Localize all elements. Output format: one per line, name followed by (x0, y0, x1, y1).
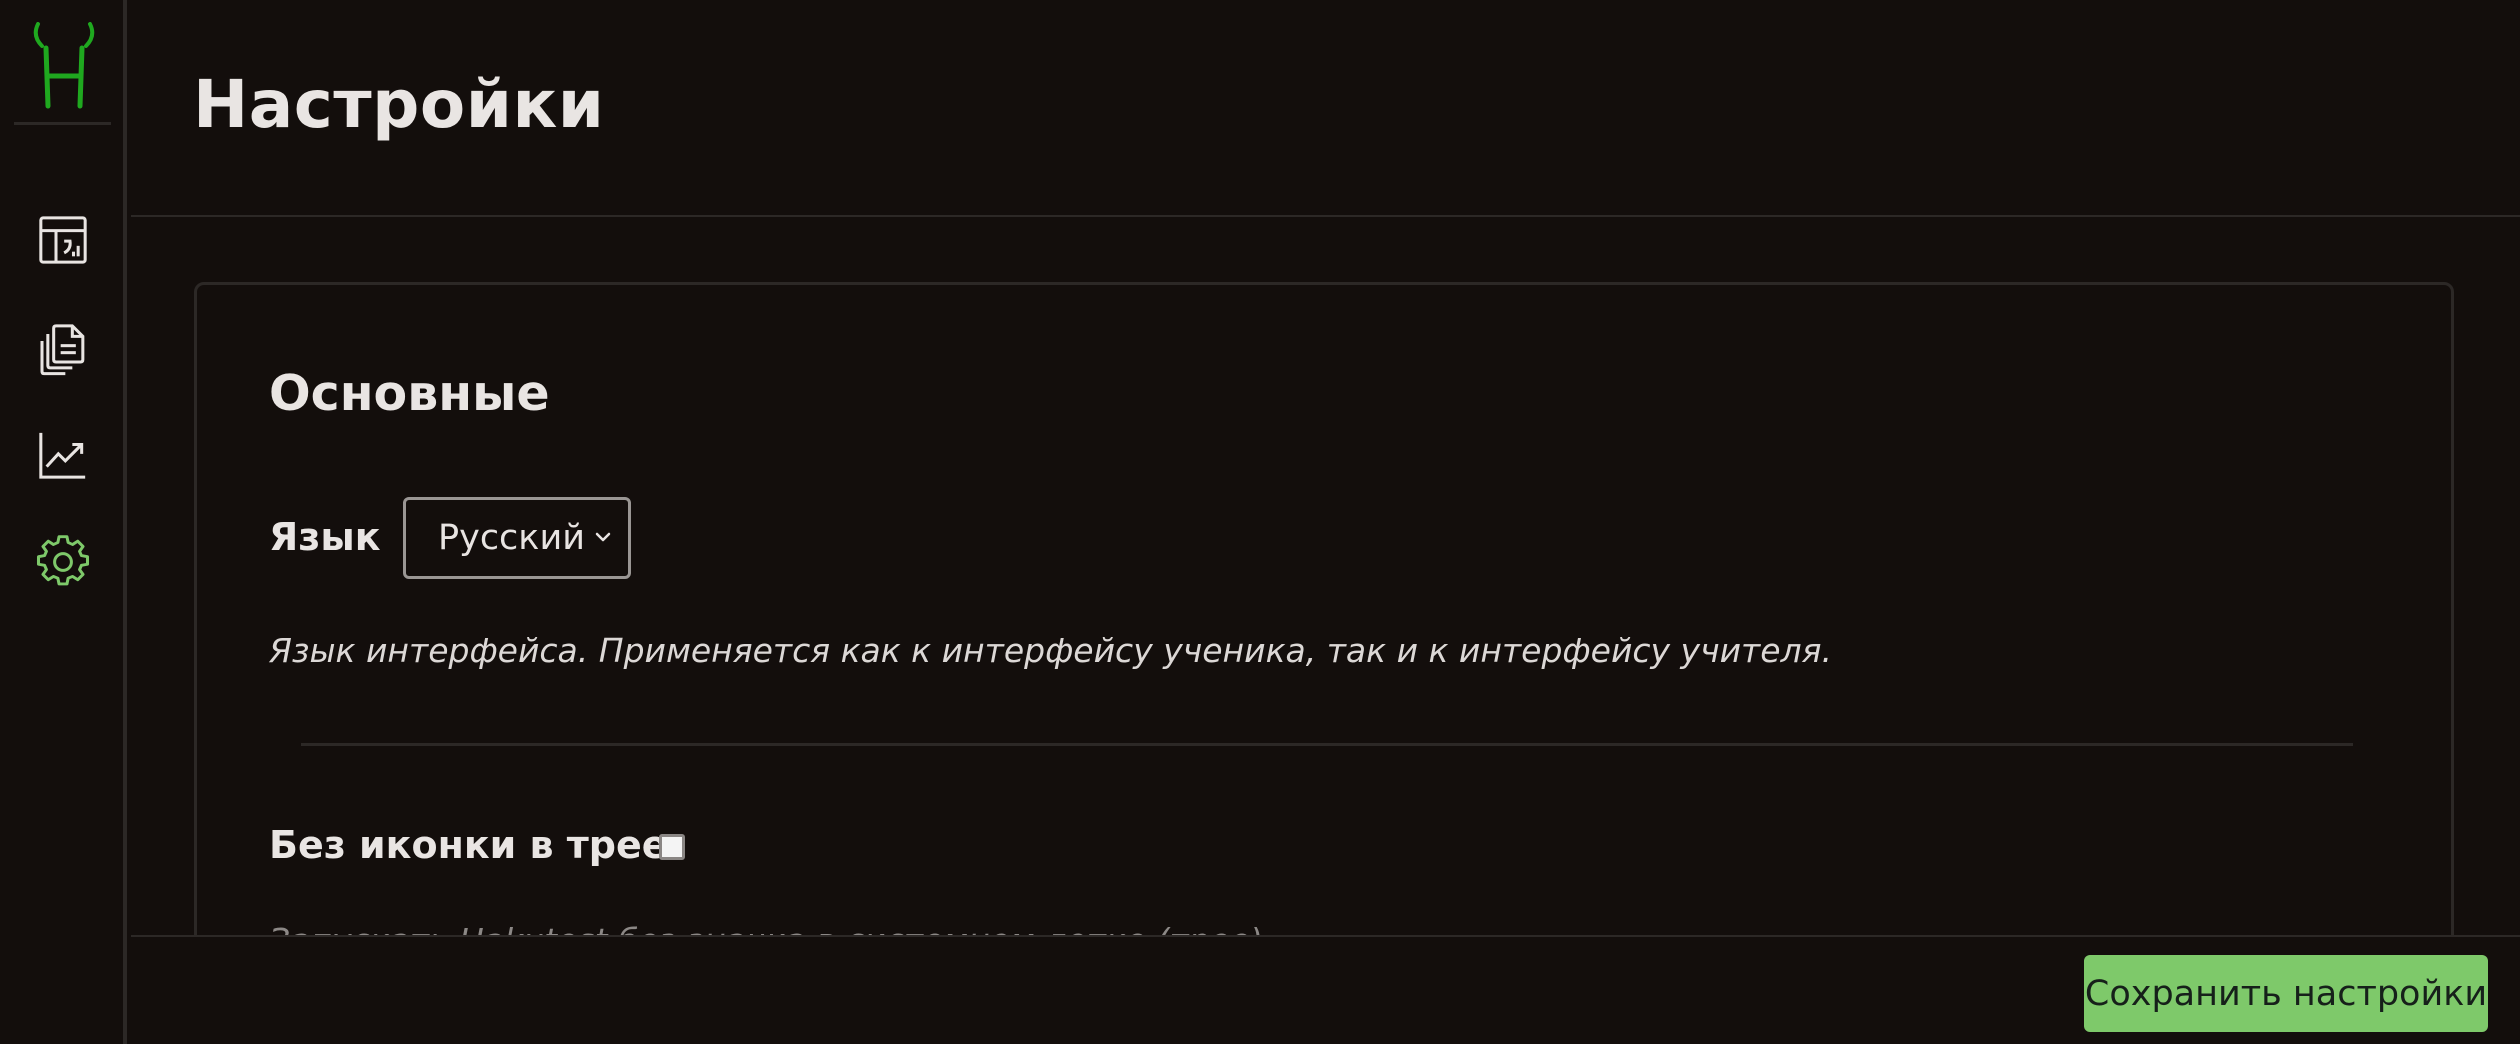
tray-checkbox[interactable] (659, 834, 685, 860)
dashboard-icon (39, 216, 87, 264)
language-select[interactable]: Русский (403, 497, 631, 579)
sidebar-item-statistics[interactable] (28, 420, 98, 490)
sidebar-item-dashboard[interactable] (28, 205, 98, 275)
tray-label: Без иконки в трее (269, 823, 668, 867)
language-description: Язык интерфейса. Применяется как к интер… (269, 631, 1832, 670)
documents-icon (40, 324, 85, 376)
language-select-value: Русский (438, 518, 585, 558)
language-label: Язык (269, 515, 381, 559)
gear-icon (36, 535, 90, 586)
save-settings-button[interactable]: Сохранить настройки (2084, 955, 2488, 1032)
hakutest-logo[interactable] (30, 22, 98, 110)
sidebar-divider (14, 122, 111, 125)
page-title: Настройки (193, 66, 605, 143)
sidebar-item-settings[interactable] (28, 527, 98, 597)
app-root: Настройки Основные Язык Русский Язык инт… (0, 0, 2520, 1044)
footer-bar: Сохранить настройки (131, 935, 2520, 1044)
section-title: Основные (269, 365, 550, 422)
chart-line-icon (39, 432, 86, 479)
page-header: Настройки (131, 0, 2520, 217)
chevron-down-icon (595, 532, 611, 542)
sidebar (0, 0, 127, 1044)
section-divider (301, 743, 2353, 746)
sidebar-item-documents[interactable] (28, 313, 98, 383)
settings-card: Основные Язык Русский Язык интерфейса. П… (194, 282, 2454, 1044)
